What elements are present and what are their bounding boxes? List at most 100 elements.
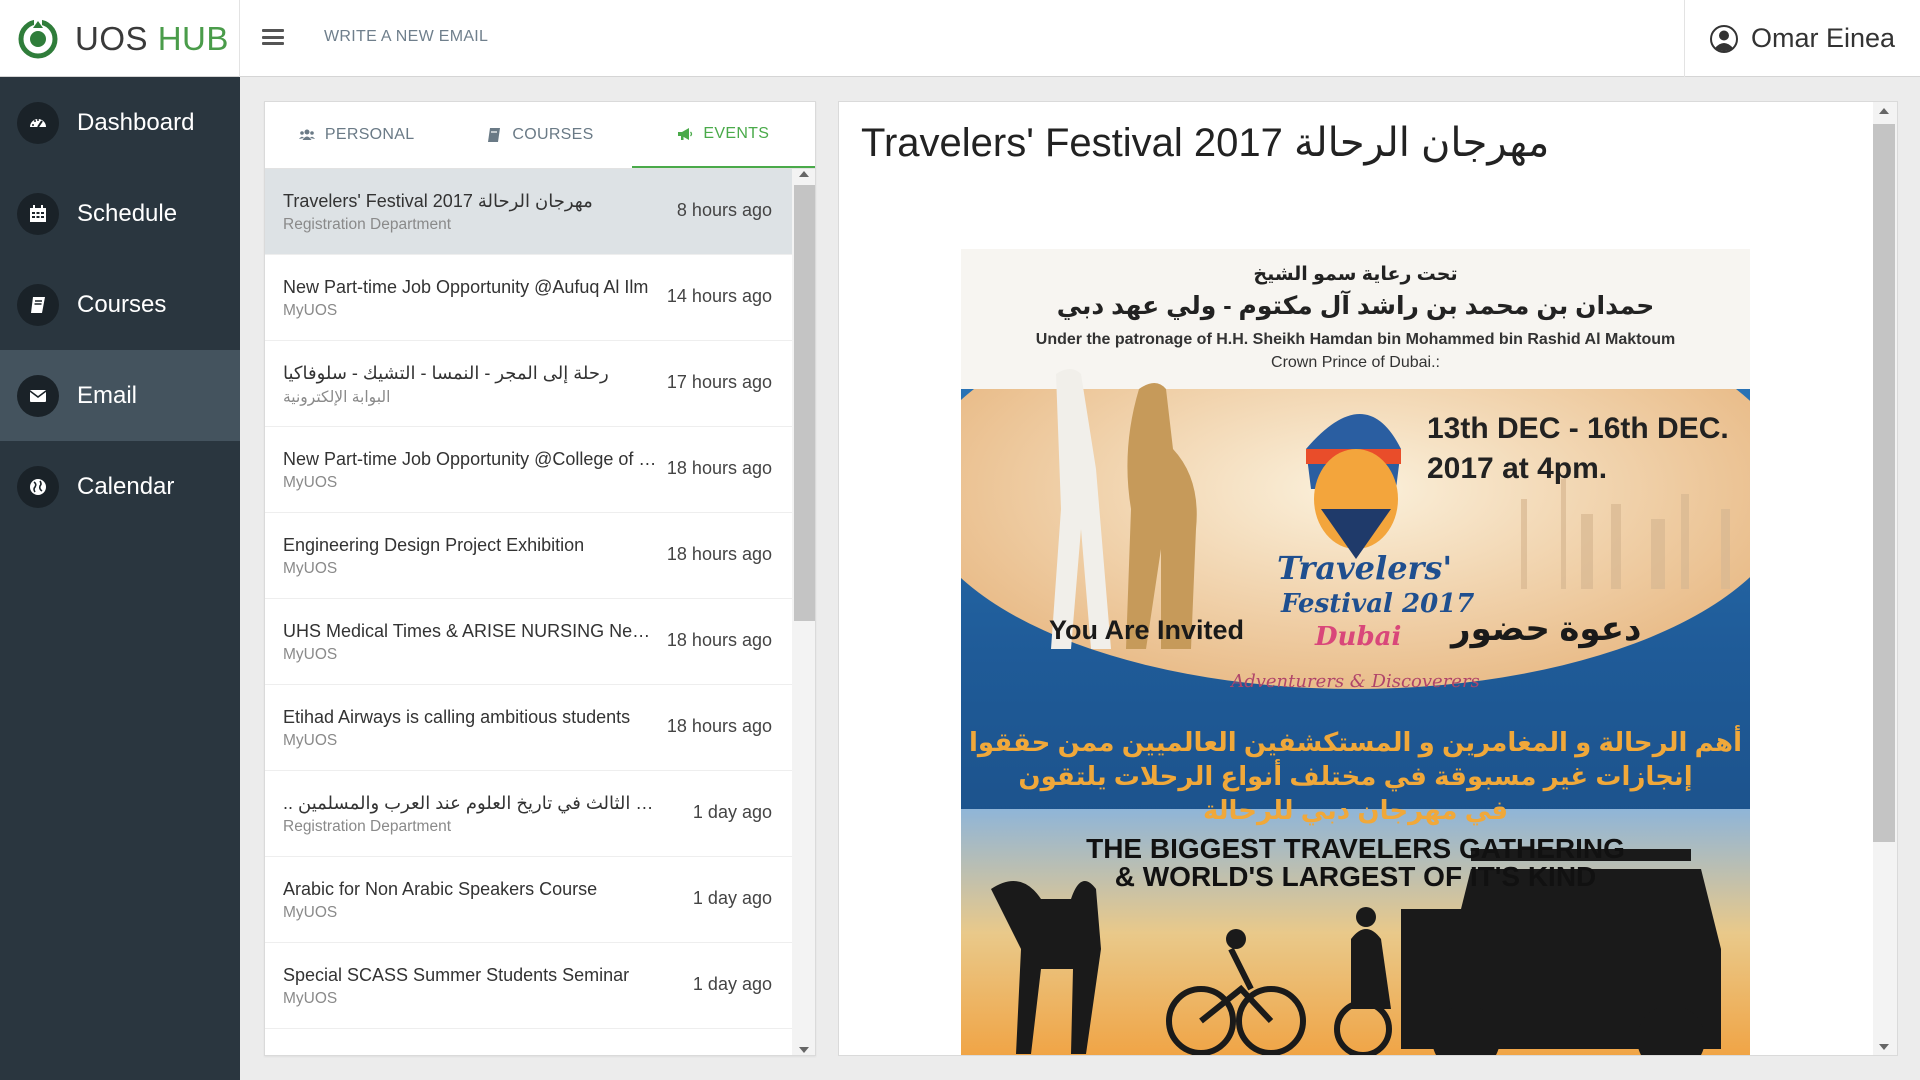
email-list-item[interactable]: Etihad Airways is calling ambitious stud… — [265, 685, 792, 771]
email-subject: رحلة إلى المجر - النمسا - التشيك - سلوفا… — [283, 363, 609, 383]
email-list-panel: PERSONAL COURSES EVENTS Travelers' Festi… — [264, 101, 816, 1056]
email-subject: .. لشارقة الدولي الثالث في تاريخ العلوم … — [283, 793, 663, 813]
scroll-up-arrow-icon[interactable] — [799, 171, 809, 177]
email-sender: MyUOS — [283, 646, 338, 663]
sidebar-item-label: Courses — [77, 290, 167, 318]
user-name: Omar Einea — [1751, 23, 1896, 53]
poster-dates-2: 2017 at 4pm. — [1427, 452, 1608, 485]
email-subject: New Part-time Job Opportunity @College o… — [283, 449, 663, 469]
email-list-item[interactable]: Arabic for Non Arabic Speakers Course My… — [265, 857, 792, 943]
email-sender: MyUOS — [283, 990, 338, 1007]
dashboard-icon — [17, 101, 59, 144]
write-new-email-link[interactable]: WRITE A NEW EMAIL — [324, 28, 488, 46]
menu-toggle-icon[interactable] — [262, 26, 284, 48]
tab-personal[interactable]: PERSONAL — [265, 102, 448, 168]
poster-headline-2: & WORLD'S LARGEST OF IT'S KIND — [1114, 861, 1597, 892]
sidebar-item-email[interactable]: Email — [0, 350, 240, 441]
scroll-down-arrow-icon[interactable] — [1879, 1044, 1889, 1050]
email-time: 18 hours ago — [666, 544, 772, 564]
sidebar-item-calendar[interactable]: Calendar — [0, 441, 240, 532]
sidebar-item-label: Email — [77, 381, 138, 409]
email-time: 17 hours ago — [666, 372, 772, 392]
email-list-item[interactable] — [265, 1029, 792, 1055]
email-sender: MyUOS — [283, 732, 338, 749]
email-subject: New Part-time Job Opportunity @Aufuq Al … — [283, 277, 649, 297]
sidebar-item-schedule[interactable]: Schedule — [0, 168, 240, 259]
email-title: Travelers' Festival 2017 مهرجان الرحالة — [861, 121, 1550, 165]
email-subject: Travelers' Festival 2017 مهرجان الرحالة — [283, 191, 593, 211]
email-list-item[interactable]: UHS Medical Times & ARISE NURSING Newsle… — [265, 599, 792, 685]
email-list-item[interactable]: New Part-time Job Opportunity @Aufuq Al … — [265, 255, 792, 341]
poster-patronage-ar-1: تحت رعاية سمو الشيخ — [1253, 264, 1458, 285]
email-sender: Registration Department — [283, 818, 451, 835]
email-list: Travelers' Festival 2017 مهرجان الرحالة … — [265, 169, 815, 1055]
reading-pane-scrollbar-thumb[interactable] — [1873, 124, 1895, 842]
email-list-item[interactable]: .. لشارقة الدولي الثالث في تاريخ العلوم … — [265, 771, 792, 857]
logo-icon — [18, 17, 58, 58]
email-sender: MyUOS — [283, 302, 338, 319]
book-icon — [17, 283, 59, 326]
event-poster-image: تحت رعاية سمو الشيخ حمدان بن محمد بن راش… — [961, 249, 1750, 1055]
sidebar-item-label: Dashboard — [77, 108, 195, 136]
tab-events[interactable]: EVENTS — [631, 102, 815, 168]
poster-body-ar-2: إنجازات غير مسبوقة في مختلف أنواع الرحلا… — [1018, 761, 1693, 791]
poster-body-ar-1: أهم الرحالة و المغامرين و المستكشفين الع… — [968, 727, 1742, 757]
app-logo[interactable]: UOS HUB — [0, 0, 240, 77]
tab-label: COURSES — [512, 126, 594, 143]
email-subject: Special SCASS Summer Students Seminar — [283, 965, 630, 985]
poster-body-ar-3: في مهرجان دبي للرحالة — [1202, 795, 1509, 825]
email-list-item[interactable]: New Part-time Job Opportunity @College o… — [265, 427, 792, 513]
email-time: 8 hours ago — [676, 200, 772, 220]
poster-invited-en: You Are Invited — [1049, 615, 1245, 645]
scroll-down-arrow-icon[interactable] — [799, 1047, 809, 1053]
poster-dates-1: 13th DEC - 16th DEC. — [1427, 412, 1729, 445]
globe-icon — [17, 465, 59, 508]
sidebar-item-label: Calendar — [77, 472, 175, 500]
email-time: 18 hours ago — [666, 630, 772, 650]
top-bar: UOS HUB WRITE A NEW EMAIL Omar Einea — [0, 0, 1920, 77]
email-sender: MyUOS — [283, 560, 338, 577]
calendar-grid-icon — [17, 192, 59, 235]
email-sender: MyUOS — [283, 474, 338, 491]
poster-logo-line-2: Festival 2017 — [1281, 589, 1475, 619]
email-time: 1 day ago — [692, 802, 772, 822]
sidebar-item-label: Schedule — [77, 199, 178, 227]
email-list-scrollbar-thumb[interactable] — [794, 185, 815, 621]
poster-tagline: Adventurers & Discoverers — [1231, 671, 1480, 692]
email-time: 1 day ago — [692, 974, 772, 994]
tab-label: PERSONAL — [324, 126, 415, 143]
sidebar-item-dashboard[interactable]: Dashboard — [0, 77, 240, 168]
email-reading-pane: Travelers' Festival 2017 مهرجان الرحالة — [838, 101, 1898, 1056]
email-subject: Arabic for Non Arabic Speakers Course — [283, 879, 598, 899]
user-menu[interactable]: Omar Einea — [1684, 0, 1920, 77]
poster-patronage-ar-2: حمدان بن محمد بن راشد آل مكتوم - ولي عهد… — [1056, 292, 1655, 320]
book-icon — [488, 128, 501, 142]
tab-label: EVENTS — [703, 125, 770, 142]
email-sender: MyUOS — [283, 904, 338, 921]
email-sender: Registration Department — [283, 216, 451, 233]
email-list-item[interactable]: Travelers' Festival 2017 مهرجان الرحالة … — [265, 169, 792, 255]
poster-logo-line-3: Dubai — [1315, 622, 1402, 652]
email-time: 14 hours ago — [666, 286, 772, 306]
email-subject: Engineering Design Project Exhibition — [283, 535, 585, 555]
email-list-item[interactable]: Engineering Design Project Exhibition My… — [265, 513, 792, 599]
poster-patronage-en-1: Under the patronage of H.H. Sheikh Hamda… — [1035, 331, 1676, 348]
email-list-item[interactable]: Special SCASS Summer Students Seminar My… — [265, 943, 792, 1029]
scroll-up-arrow-icon[interactable] — [1879, 108, 1889, 114]
sidebar-item-courses[interactable]: Courses — [0, 259, 240, 350]
logo-text: UOS HUB — [75, 19, 229, 57]
poster-patronage-en-2: Crown Prince of Dubai.: — [1271, 354, 1440, 371]
email-time: 1 day ago — [692, 888, 772, 908]
envelope-icon — [17, 374, 59, 417]
email-time: 18 hours ago — [666, 458, 772, 478]
sidebar: Dashboard Schedule Courses Email Calenda… — [0, 77, 240, 1080]
email-category-tabs: PERSONAL COURSES EVENTS — [265, 102, 815, 169]
tab-courses[interactable]: COURSES — [448, 102, 631, 168]
email-list-item[interactable]: رحلة إلى المجر - النمسا - التشيك - سلوفا… — [265, 341, 792, 427]
email-time: 18 hours ago — [666, 716, 772, 736]
users-icon — [298, 129, 315, 140]
poster-logo-line-1: Travelers' — [1277, 549, 1453, 587]
email-subject: UHS Medical Times & ARISE NURSING Newsle… — [283, 621, 663, 641]
user-avatar-icon — [1710, 24, 1738, 53]
poster-invited-ar: دعوة حضور — [1451, 610, 1642, 648]
